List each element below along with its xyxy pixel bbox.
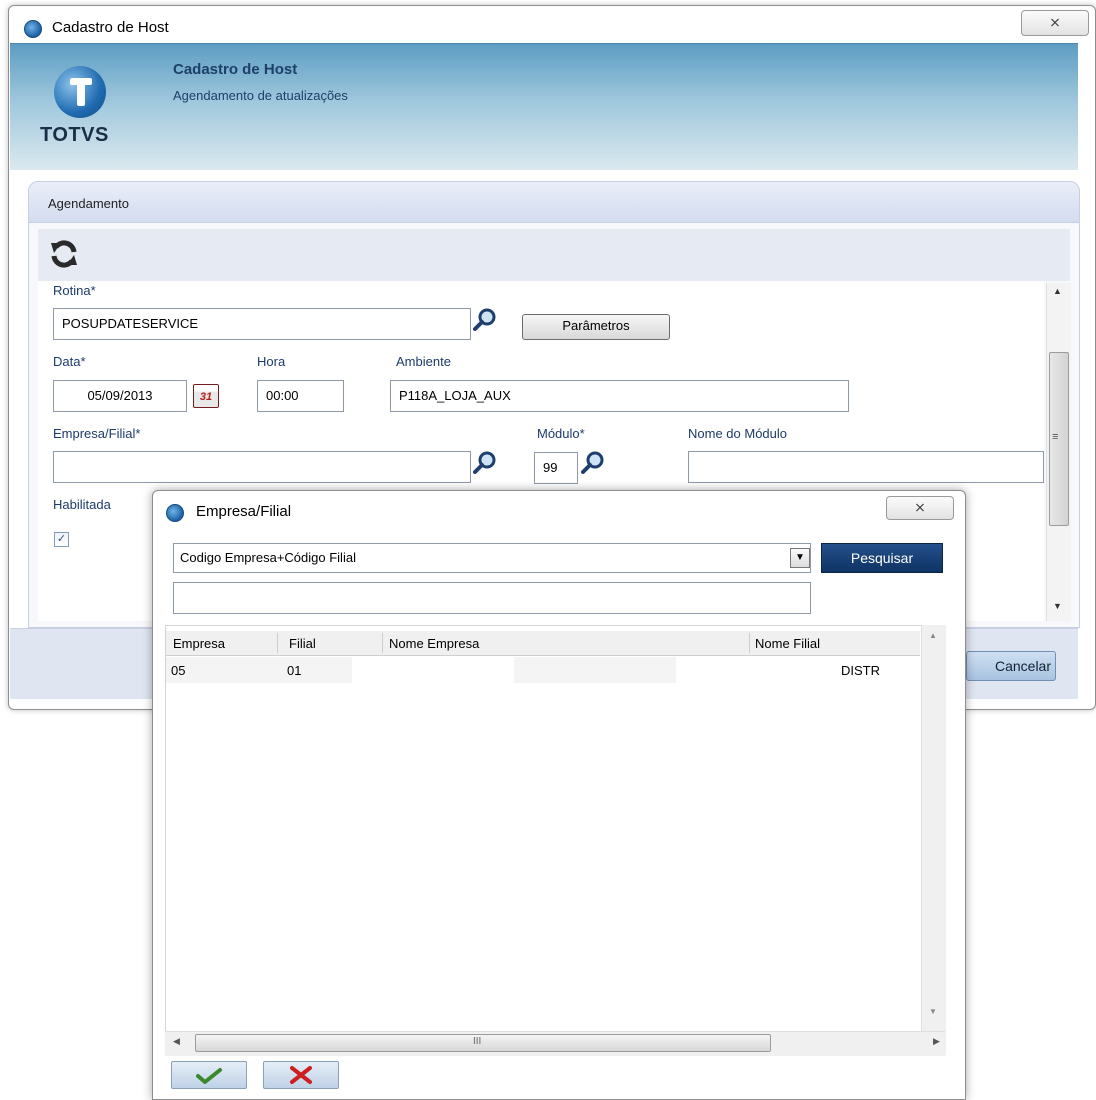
row-filial: 01 [287,663,302,678]
data-label: Data* [53,354,86,369]
data-input[interactable]: 05/09/2013 [53,380,187,412]
grid-horizontal-thumb[interactable] [195,1034,771,1052]
app-icon [24,20,42,38]
parametros-button[interactable]: Parâmetros [522,314,670,340]
empresa-label: Empresa/Filial* [53,426,141,441]
toolbar [38,229,1070,281]
header-subtitle: Agendamento de atualizações [173,88,348,103]
hora-input[interactable]: 00:00 [257,380,344,412]
window-title: Cadastro de Host [52,19,169,36]
calendar-icon[interactable]: 31 [193,384,219,408]
scroll-grip-icon: ≡ [1052,431,1059,443]
habilitada-label: Habilitada [53,497,111,512]
column-header-nome-empresa[interactable]: Nome Empresa [389,636,479,651]
search-input[interactable] [173,582,811,614]
modulo-label: Módulo* [537,426,585,441]
search-order-select[interactable]: Codigo Empresa+Código Filial [173,543,811,573]
modulo-search-icon[interactable] [580,450,606,476]
nome-modulo-label: Nome do Módulo [688,426,787,441]
grid-scroll-left-icon[interactable]: ◀ [173,1036,180,1047]
empresa-search-icon[interactable] [472,450,498,476]
scroll-down-arrow-icon[interactable]: ▼ [1053,601,1062,611]
row-empresa: 05 [171,663,186,678]
totvs-logo-icon [54,66,106,118]
ambiente-label: Ambiente [396,354,451,369]
empresa-input[interactable] [53,451,471,483]
ambiente-input[interactable]: P118A_LOJA_AUX [390,380,849,412]
dialog-title: Empresa/Filial [196,503,292,520]
column-header-empresa[interactable]: Empresa [173,636,225,651]
results-grid [165,625,923,1055]
checkmark-icon [196,1068,222,1084]
section-title: Agendamento [48,196,129,211]
search-button[interactable]: Pesquisar [821,543,943,573]
dialog-close-button[interactable]: ⨯ [886,496,954,520]
section-bar [28,181,1080,223]
grid-hscroll-grip: III [473,1036,482,1047]
modulo-input[interactable]: 99 [534,452,578,484]
column-header-nome-filial[interactable]: Nome Filial [755,636,820,651]
hora-label: Hora [257,354,286,369]
grid-scroll-right-icon[interactable]: ▶ [933,1036,940,1047]
header-title: Cadastro de Host [173,61,298,78]
chevron-down-icon[interactable]: ▼ [790,548,810,568]
column-header-filial[interactable]: Filial [289,636,316,651]
close-x-icon [290,1066,312,1084]
refresh-icon[interactable] [48,238,80,270]
cancel-x-button[interactable] [263,1061,339,1089]
nome-modulo-input[interactable] [688,451,1044,483]
scroll-up-arrow-icon[interactable]: ▲ [1053,286,1062,296]
rotina-input[interactable]: POSUPDATESERVICE [53,308,471,340]
cancel-button[interactable]: Cancelar [966,651,1056,681]
rotina-label: Rotina* [53,283,96,298]
row-nome-filial: DISTR [841,663,880,678]
empresa-filial-dialog: Empresa/Filial ⨯ Codigo Empresa+Código F… [152,490,966,1100]
rotina-search-icon[interactable] [472,307,498,333]
table-row[interactable] [166,657,920,683]
grid-scroll-up-icon[interactable]: ▲ [929,631,937,640]
dialog-app-icon [166,504,184,522]
header-band [10,43,1078,170]
logo-text: TOTVS [40,124,109,146]
grid-vertical-scrollbar[interactable] [921,625,946,1055]
confirm-button[interactable] [171,1061,247,1089]
habilitada-checkbox[interactable]: ✓ [54,532,69,547]
grid-scroll-down-icon[interactable]: ▼ [929,1007,937,1016]
window-close-button[interactable]: ⨯ [1021,10,1089,36]
